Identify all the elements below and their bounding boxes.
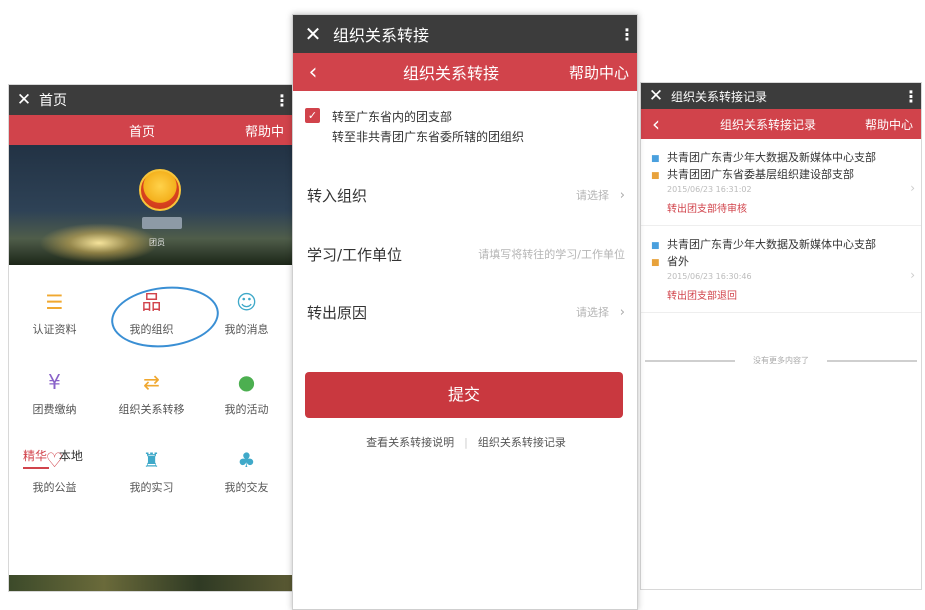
yuan-icon: ¥ [48,370,61,394]
close-icon[interactable]: ✕ [641,86,671,106]
transfer-form-screen: ✕ 组织关系转接 ⋮ ‹ 组织关系转接 帮助中心 ✓ 转至广东省内的团支部 转至… [292,14,638,610]
record-from-text: 共青团广东青少年大数据及新媒体中心支部 [667,151,876,164]
option-outside-league[interactable]: 转至非共青团广东省委所辖的团组织 [332,127,524,147]
field-label: 学习/工作单位 [307,245,403,264]
league-emblem-avatar[interactable] [139,169,181,211]
record-list: ■ 共青团广东青少年大数据及新媒体中心支部 ■ 共青团团广东省委基层组织建设部支部 20… [641,139,921,313]
status-bar: ✕ 组织关系转接记录 ⋮ [641,83,921,109]
tab-featured[interactable]: 精华 [23,449,47,463]
no-more-text: 没有更多内容了 [641,355,921,366]
tab-local[interactable]: 本地 [59,449,83,463]
close-icon[interactable]: ✕ [293,22,333,46]
status-bar: ✕ 组织关系转接 ⋮ [293,15,637,53]
header-title: 组织关系转接 [402,64,499,83]
certificate-icon: ☰ [45,290,64,314]
transfer-icon: ⇄ [143,370,160,394]
record-from-text: 共青团广东青少年大数据及新媒体中心支部 [667,238,876,251]
friends-icon: ♣ [237,448,256,472]
target-org-icon: ■ [651,171,660,181]
close-icon[interactable]: ✕ [9,90,39,110]
member-role: 团员 [149,238,165,247]
record-item[interactable]: ■ 共青团广东青少年大数据及新媒体中心支部 ■ 省外 2015/06/23 16:30:… [641,226,921,313]
checkbox-checked-icon[interactable]: ✓ [305,108,320,123]
sunset-image [39,223,159,263]
transfer-records-screen: ✕ 组织关系转接记录 ⋮ ‹ 组织关系转接记录 帮助中心 ■ 共青团广东青少年大数… [640,82,922,590]
record-from: ■ 共青团广东青少年大数据及新媒体中心支部 [651,149,913,166]
target-org-icon: ■ [651,258,660,268]
transfer-guide-link[interactable]: 查看关系转接说明 [366,436,454,449]
more-icon[interactable]: ⋮ [901,87,921,106]
record-from: ■ 共青团广东青少年大数据及新媒体中心支部 [651,236,913,253]
profile-banner: 团员 [9,145,292,265]
status-bar: ✕ 首页 ⋮ [9,85,292,115]
target-org-select[interactable]: 请选择 [437,187,609,203]
option-in-province[interactable]: 转至广东省内的团支部 [332,107,524,127]
grid-item[interactable]: ♣ 我的交友 [199,445,292,495]
transfer-scope-option[interactable]: ✓ 转至广东省内的团支部 转至非共青团广东省委所辖的团组织 [293,91,637,147]
grid-item-label: 组织关系转移 [118,403,185,416]
help-center-link[interactable]: 帮助中心 [569,62,637,83]
link-divider: | [464,436,468,449]
record-time: 2015/06/23 16:30:46 [667,272,752,281]
record-to: ■ 共青团团广东省委基层组织建设部支部 [651,166,913,183]
feature-grid: ☰ 认证资料品我的组织 ☺ 我的消息 ¥ 团费缴纳 ⇄ 组织关系转移 ● 我的活动 ♡ 我的公益 ♜ 我的… [9,265,292,494]
grid-item-label: 我的公益 [32,481,77,494]
record-to: ■ 省外 [651,253,913,270]
grid-item-label: 我的交友 [224,481,269,494]
help-center-link[interactable]: 帮助中 [245,121,292,140]
field-transfer-reason[interactable]: 转出原因 请选择 › [293,283,637,341]
header-bar: 首页 帮助中 [9,115,292,145]
grid-item-label: 团费缴纳 [32,403,77,416]
grid-item-label: 认证资料 [32,323,77,336]
chevron-right-icon: › [910,268,915,282]
help-center-link[interactable]: 帮助中心 [865,116,921,133]
tab-indicator [23,467,49,469]
user-name-blurred [142,217,182,229]
feed-image[interactable] [9,575,292,591]
window-title: 组织关系转接记录 [671,89,768,104]
submit-button[interactable]: 提交 [305,372,623,418]
more-icon[interactable]: ⋮ [617,25,637,44]
record-to-text: 共青团团广东省委基层组织建设部支部 [667,168,854,181]
more-icon[interactable]: ⋮ [272,91,292,110]
window-title: 首页 [39,93,67,109]
back-icon[interactable]: ‹ [641,112,671,136]
grid-item[interactable]: ● 我的活动 [199,367,292,417]
grid-item[interactable]: ♜ 我的实习 [104,445,199,495]
window-title: 组织关系转接 [333,26,430,45]
chevron-right-icon: › [619,304,625,320]
grid-item[interactable]: ⇄ 组织关系转移 [104,367,199,417]
chevron-right-icon: › [619,187,625,203]
balloon-icon: ● [237,370,256,394]
header-bar: ‹ 组织关系转接记录 帮助中心 [641,109,921,139]
field-work-unit[interactable]: 学习/工作单位 请填写将转往的学习/工作单位 [293,225,637,283]
grid-item-label: 我的活动 [224,403,269,416]
content-tabs: 精华 本地 [23,447,83,464]
header-title: 首页 [128,124,155,140]
transfer-records-link[interactable]: 组织关系转接记录 [478,436,566,449]
reason-select[interactable]: 请选择 [437,304,609,320]
header-title: 组织关系转接记录 [719,117,816,132]
home-screen: ✕ 首页 ⋮ 首页 帮助中 团员 ☰ 认证资料品我的组织 ☺ 我的消息 ¥ 团费缴纳 ⇄ 组织… [8,84,293,592]
internship-icon: ♜ [142,448,161,472]
grid-item[interactable]: ¥ 团费缴纳 [9,367,102,417]
work-unit-input[interactable]: 请填写将转往的学习/工作单位 [437,246,625,262]
grid-item[interactable]: ☰ 认证资料 [9,287,102,337]
record-item[interactable]: ■ 共青团广东青少年大数据及新媒体中心支部 ■ 共青团团广东省委基层组织建设部支部 20… [641,139,921,226]
back-icon[interactable]: ‹ [293,60,333,85]
record-time: 2015/06/23 16:31:02 [667,185,752,194]
header-bar: ‹ 组织关系转接 帮助中心 [293,53,637,91]
field-target-org[interactable]: 转入组织 请选择 › [293,166,637,224]
grid-item-label: 我的实习 [129,481,174,494]
chevron-right-icon: › [910,181,915,195]
scope-options: 转至广东省内的团支部 转至非共青团广东省委所辖的团组织 [332,107,524,147]
record-status: 转出团支部退回 [667,291,737,302]
field-label: 转出原因 [307,303,368,322]
record-status: 转出团支部待审核 [667,204,747,215]
field-label: 转入组织 [307,186,368,205]
source-org-icon: ■ [651,154,660,164]
bottom-links: 查看关系转接说明 | 组织关系转接记录 [293,434,637,450]
record-to-text: 省外 [667,255,689,268]
source-org-icon: ■ [651,241,660,251]
